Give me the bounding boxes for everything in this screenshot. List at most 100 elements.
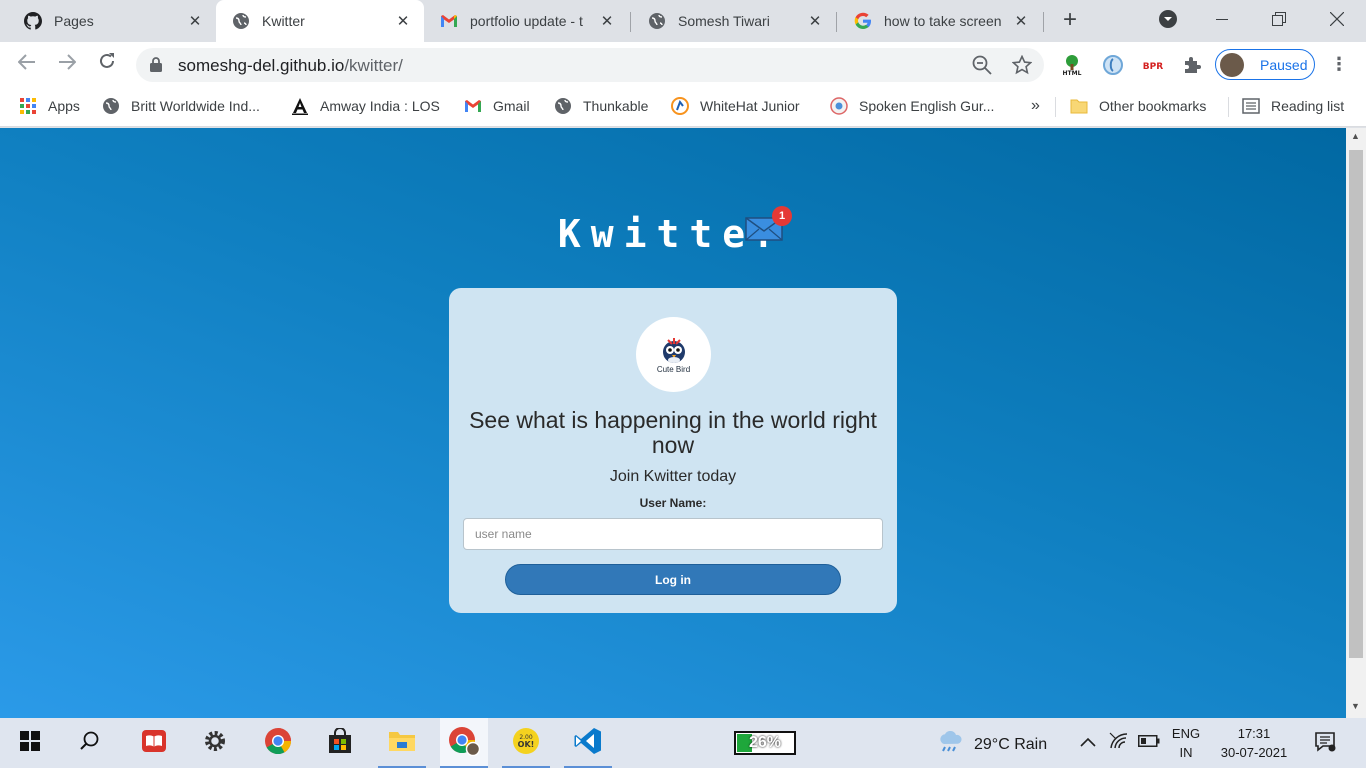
store-bag-icon <box>327 726 353 759</box>
star-bookmark-icon[interactable] <box>1012 55 1032 75</box>
language-code: ENG <box>1171 726 1201 741</box>
google-icon <box>854 12 872 30</box>
bird-icon <box>662 337 685 363</box>
weather-widget[interactable]: 29°C Rain <box>938 730 1048 758</box>
taskbar-file-explorer[interactable] <box>378 718 426 768</box>
browser-toolbar: someshg-del.github.io/kwitter/ HTML BPR … <box>0 42 1366 87</box>
gmail-icon <box>464 97 482 115</box>
tab-title: portfolio update - t <box>470 13 583 29</box>
tab-how-to-take-screenshot[interactable]: how to take screen ✕ <box>838 0 1042 42</box>
search-button[interactable] <box>66 718 114 768</box>
kwitter-page: Kwitter 1 Cute Bird See what is happenin… <box>0 128 1346 718</box>
tab-portfolio-update[interactable]: portfolio update - t ✕ <box>424 0 628 42</box>
bookmark-label: WhiteHat Junior <box>700 98 800 114</box>
book-reader-icon <box>141 729 167 758</box>
page-scrollbar[interactable]: ▲ ▼ <box>1346 128 1366 718</box>
close-icon[interactable]: ✕ <box>598 12 616 30</box>
close-icon[interactable]: ✕ <box>394 12 412 30</box>
bookmarks-overflow-button[interactable]: » <box>1031 95 1040 117</box>
bookmarks-divider <box>1228 97 1229 117</box>
back-button[interactable] <box>13 50 41 78</box>
taskbar-chrome[interactable] <box>254 718 302 768</box>
taskbar-store[interactable] <box>316 718 364 768</box>
tab-somesh-tiwari[interactable]: Somesh Tiwari ✕ <box>632 0 836 42</box>
svg-text:BPR: BPR <box>1143 62 1163 71</box>
wifi-status-button[interactable] <box>1108 732 1130 754</box>
battery-status-button[interactable] <box>1138 732 1160 754</box>
taskbar-vscode[interactable] <box>564 718 612 768</box>
taskbar-settings[interactable] <box>191 718 239 768</box>
taskbar-chrome-active[interactable] <box>440 718 488 768</box>
restore-button[interactable] <box>1256 0 1302 42</box>
close-icon[interactable]: ✕ <box>806 12 824 30</box>
tab-title: how to take screen <box>884 13 1002 29</box>
vscode-icon <box>574 727 602 760</box>
overflow-chevron-icon: » <box>1031 97 1040 114</box>
bookmark-label: Other bookmarks <box>1099 98 1207 114</box>
close-icon[interactable]: ✕ <box>1012 12 1030 30</box>
bookmark-amway-india[interactable]: Amway India : LOS <box>291 95 440 117</box>
bookmark-thunkable[interactable]: Thunkable <box>554 95 648 117</box>
bookmark-gmail[interactable]: Gmail <box>464 95 530 117</box>
minimize-button[interactable] <box>1199 0 1245 42</box>
taskbar-sticker-app[interactable]: 2.00 OK! <box>502 718 550 768</box>
lock-icon[interactable] <box>150 57 162 77</box>
spoken-english-icon <box>830 97 848 115</box>
username-input[interactable] <box>463 518 883 550</box>
tab-strip: Pages ✕ Kwitter ✕ portfolio update - t ✕… <box>0 0 1366 42</box>
github-icon <box>24 12 42 30</box>
start-button[interactable] <box>6 718 54 768</box>
tab-kwitter[interactable]: Kwitter ✕ <box>216 0 424 42</box>
sticker-ok-icon: 2.00 OK! <box>512 727 540 760</box>
globe-icon <box>648 12 666 30</box>
url-text[interactable]: someshg-del.github.io/kwitter/ <box>178 56 403 76</box>
bookmark-other-bookmarks[interactable]: Other bookmarks <box>1070 95 1206 117</box>
battery-meter[interactable]: 26% <box>734 731 796 755</box>
bookmark-spoken-english-guru[interactable]: Spoken English Gur... <box>830 95 994 117</box>
show-hidden-icons-button[interactable] <box>1077 732 1099 754</box>
puzzle-icon[interactable] <box>1180 54 1204 76</box>
notification-icon <box>1314 732 1336 757</box>
clock-button[interactable]: 17:31 30-07-2021 <box>1212 724 1296 762</box>
profile-button[interactable]: Paused <box>1215 49 1315 80</box>
chrome-icon <box>264 727 292 760</box>
browser-menu-button[interactable]: ⋮ <box>1330 54 1348 76</box>
bookmark-label: Britt Worldwide Ind... <box>131 98 260 114</box>
reload-button[interactable] <box>93 50 121 78</box>
html-tree-icon[interactable]: HTML <box>1060 54 1084 76</box>
cute-bird-logo: Cute Bird <box>636 317 711 392</box>
close-icon[interactable]: ✕ <box>186 12 204 30</box>
scroll-up-arrow-icon[interactable]: ▲ <box>1351 131 1360 141</box>
scroll-down-arrow-icon[interactable]: ▼ <box>1351 701 1360 711</box>
bookmark-britt-worldwide[interactable]: Britt Worldwide Ind... <box>102 95 260 117</box>
forward-button[interactable] <box>53 50 81 78</box>
address-bar[interactable]: someshg-del.github.io/kwitter/ <box>136 48 1044 82</box>
restore-icon <box>1272 11 1286 31</box>
folder-icon <box>388 729 416 758</box>
reading-list-button[interactable]: Reading list <box>1242 95 1344 117</box>
windows-taskbar: 2.00 OK! 26% 29°C Rain ENG IN 17:31 30-07… <box>0 718 1366 768</box>
zoom-out-icon[interactable] <box>972 55 992 75</box>
action-center-button[interactable] <box>1314 731 1336 753</box>
reading-list-icon <box>1242 97 1260 115</box>
gmail-icon <box>440 12 458 30</box>
scrollbar-thumb[interactable] <box>1349 150 1363 658</box>
bookmarks-divider <box>1055 97 1056 117</box>
tab-search-icon <box>1158 9 1178 34</box>
taskbar-reader-app[interactable] <box>130 718 178 768</box>
login-button[interactable]: Log in <box>505 564 841 595</box>
bookmark-apps[interactable]: Apps <box>19 95 80 117</box>
tab-search-button[interactable] <box>1145 0 1191 42</box>
extension-ring-icon[interactable] <box>1101 54 1125 76</box>
tab-pages[interactable]: Pages ✕ <box>8 0 216 42</box>
close-window-button[interactable] <box>1314 0 1360 42</box>
input-language-button[interactable]: ENG IN <box>1169 724 1203 762</box>
bpr-icon[interactable]: BPR <box>1141 54 1165 76</box>
subheadline: Join Kwitter today <box>609 468 737 485</box>
bookmark-whitehat-junior[interactable]: WhiteHat Junior <box>671 95 800 117</box>
weather-text: 29°C Rain <box>974 735 1048 753</box>
language-region: IN <box>1179 745 1193 760</box>
tab-divider <box>1043 12 1044 32</box>
folder-icon <box>1070 97 1088 115</box>
new-tab-button[interactable]: + <box>1058 8 1082 33</box>
